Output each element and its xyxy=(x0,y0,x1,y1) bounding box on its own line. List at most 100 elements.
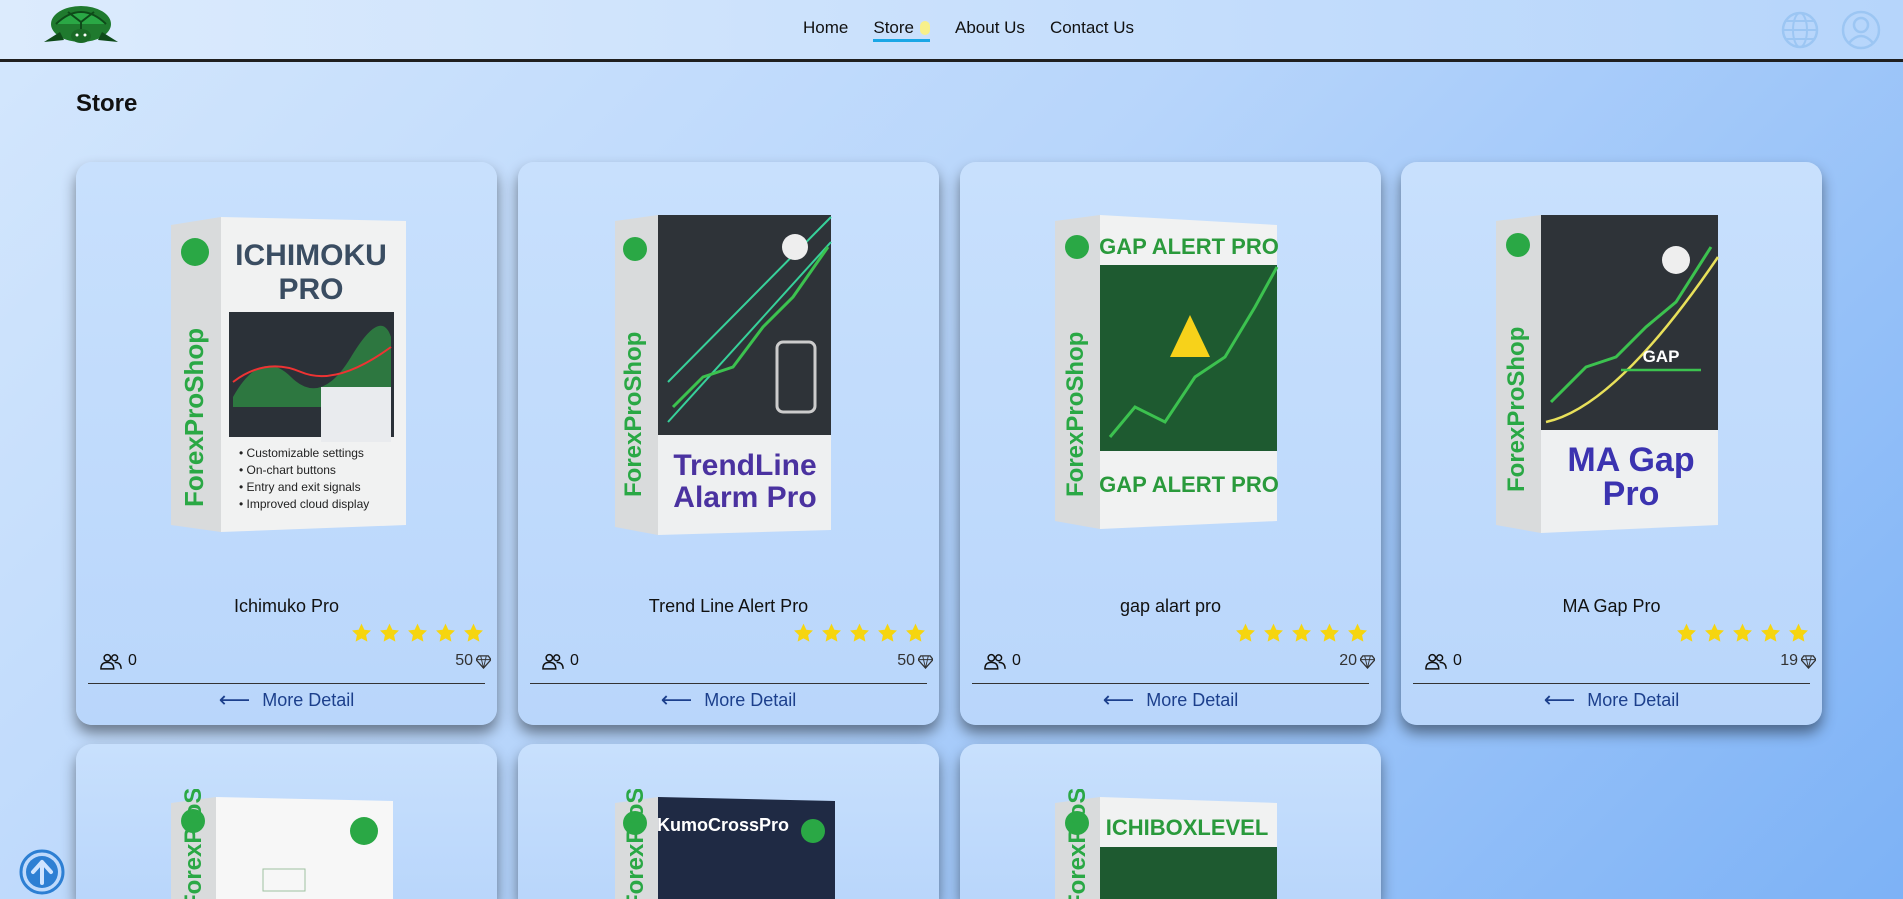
price-value: 50 xyxy=(897,652,915,669)
product-box-image: ForexProShop TrendLine Alarm Pro xyxy=(615,215,832,535)
rating-stars xyxy=(1234,622,1369,644)
gem-icon xyxy=(1801,654,1816,669)
star-icon xyxy=(378,622,401,644)
star-icon xyxy=(1234,622,1257,644)
more-detail-link[interactable]: ⟵ More Detail xyxy=(960,687,1381,713)
users-icon xyxy=(1425,653,1447,670)
box-title: KumoCrossPro xyxy=(657,815,789,835)
box-spine-text: ForexProShop xyxy=(1062,332,1089,497)
users-icon xyxy=(984,653,1006,670)
star-icon xyxy=(1318,622,1341,644)
gem-icon xyxy=(918,654,933,669)
more-detail-label: More Detail xyxy=(704,690,797,710)
price: 19 xyxy=(1780,652,1816,670)
svg-text:TrendLine: TrendLine xyxy=(673,449,816,482)
star-icon xyxy=(876,622,899,644)
globe-icon[interactable] xyxy=(1780,10,1820,50)
product-name[interactable]: MA Gap Pro xyxy=(1401,596,1822,617)
gem-icon xyxy=(476,654,491,669)
buyers-value: 0 xyxy=(570,652,579,669)
product-box-image: GAP ForexProShop MA Gap Pro xyxy=(1496,215,1720,533)
price: 50 xyxy=(897,652,933,670)
nav-home[interactable]: Home xyxy=(803,18,848,42)
star-icon xyxy=(1290,622,1313,644)
star-icon xyxy=(1675,622,1698,644)
main-nav: Home Store About Us Contact Us xyxy=(803,18,1159,42)
svg-text:MA Gap: MA Gap xyxy=(1567,441,1694,479)
rating-stars xyxy=(350,622,485,644)
nav-about[interactable]: About Us xyxy=(955,18,1025,42)
buyers-count: 0 xyxy=(984,652,1021,670)
buyers-count: 0 xyxy=(100,652,137,670)
box-spine-text: ForexProShop xyxy=(620,332,647,497)
page-title: Store xyxy=(76,90,138,117)
price-value: 20 xyxy=(1339,652,1357,669)
svg-text:Pro: Pro xyxy=(1603,475,1660,513)
box-spine-text: ForexProShop xyxy=(1503,327,1530,492)
more-detail-link[interactable]: ⟵ More Detail xyxy=(76,687,497,713)
product-name[interactable]: Ichimuko Pro xyxy=(76,596,497,617)
box-title: GAP ALERT PRO xyxy=(1099,234,1279,259)
price-value: 50 xyxy=(455,652,473,669)
user-icon[interactable] xyxy=(1840,9,1882,51)
star-icon xyxy=(820,622,843,644)
star-icon xyxy=(848,622,871,644)
divider xyxy=(88,683,485,684)
nav-store-label: Store xyxy=(873,18,914,37)
rating-stars xyxy=(792,622,927,644)
product-card[interactable]: ForexProShop TrendLine Alarm Pro Trend L… xyxy=(518,162,939,725)
more-detail-link[interactable]: ⟵ More Detail xyxy=(1401,687,1822,713)
product-box-image: ForexProShop xyxy=(171,789,393,899)
buyers-value: 0 xyxy=(128,652,137,669)
product-name[interactable]: gap alart pro xyxy=(960,596,1381,617)
nav-contact[interactable]: Contact Us xyxy=(1050,18,1134,42)
star-icon xyxy=(350,622,373,644)
svg-text:• On-chart buttons: • On-chart buttons xyxy=(239,463,336,477)
turtle-logo[interactable] xyxy=(38,2,124,52)
more-detail-link[interactable]: ⟵ More Detail xyxy=(518,687,939,713)
star-icon xyxy=(904,622,927,644)
top-navbar: Home Store About Us Contact Us xyxy=(0,0,1903,62)
more-detail-label: More Detail xyxy=(262,690,355,710)
box-title: ICHIBOXLEVEL xyxy=(1106,815,1269,840)
buyers-count: 0 xyxy=(542,652,579,670)
product-name[interactable]: Trend Line Alert Pro xyxy=(518,596,939,617)
price: 20 xyxy=(1339,652,1375,670)
nav-store[interactable]: Store xyxy=(873,18,930,42)
users-icon xyxy=(542,653,564,670)
box-spine-text: ForexProShop xyxy=(179,328,209,507)
divider xyxy=(1413,683,1810,684)
svg-text:• Customizable settings: • Customizable settings xyxy=(239,446,364,460)
svg-text:Alarm Pro: Alarm Pro xyxy=(673,481,816,514)
star-icon xyxy=(406,622,429,644)
price: 50 xyxy=(455,652,491,670)
arrow-left-icon: ⟵ xyxy=(1102,687,1135,712)
buyers-value: 0 xyxy=(1012,652,1021,669)
star-icon xyxy=(1346,622,1369,644)
product-box-image: KumoCrossPro ForexProShop xyxy=(615,789,835,899)
buyers-value: 0 xyxy=(1453,652,1462,669)
star-icon xyxy=(434,622,457,644)
product-card[interactable]: ICHIBOXLEVEL ForexProShop xyxy=(960,744,1381,899)
arrow-left-icon: ⟵ xyxy=(660,687,693,712)
divider xyxy=(530,683,927,684)
star-icon xyxy=(1787,622,1810,644)
box-footer: GAP ALERT PRO xyxy=(1099,472,1279,497)
more-detail-label: More Detail xyxy=(1146,690,1239,710)
box-spine-text: ForexProShop xyxy=(622,789,649,899)
box-chart-label: GAP xyxy=(1643,347,1680,366)
svg-text:PRO: PRO xyxy=(278,273,343,306)
product-card[interactable]: ForexProShop xyxy=(76,744,497,899)
product-card[interactable]: KumoCrossPro ForexProShop xyxy=(518,744,939,899)
box-spine-text: ForexProShop xyxy=(1064,789,1091,899)
star-icon xyxy=(792,622,815,644)
product-card[interactable]: ForexProShop GAP ALERT PRO GAP ALERT PRO… xyxy=(960,162,1381,725)
arrow-up-circle-icon[interactable] xyxy=(18,848,66,896)
divider xyxy=(972,683,1369,684)
star-icon xyxy=(1731,622,1754,644)
product-box-image: ForexProShop GAP ALERT PRO GAP ALERT PRO xyxy=(1055,215,1279,529)
more-detail-label: More Detail xyxy=(1587,690,1680,710)
product-card[interactable]: GAP ForexProShop MA Gap Pro MA Gap Pro 0… xyxy=(1401,162,1822,725)
product-card[interactable]: ForexProShop ICHIMOKU PRO • Customizable… xyxy=(76,162,497,725)
gem-icon xyxy=(1360,654,1375,669)
